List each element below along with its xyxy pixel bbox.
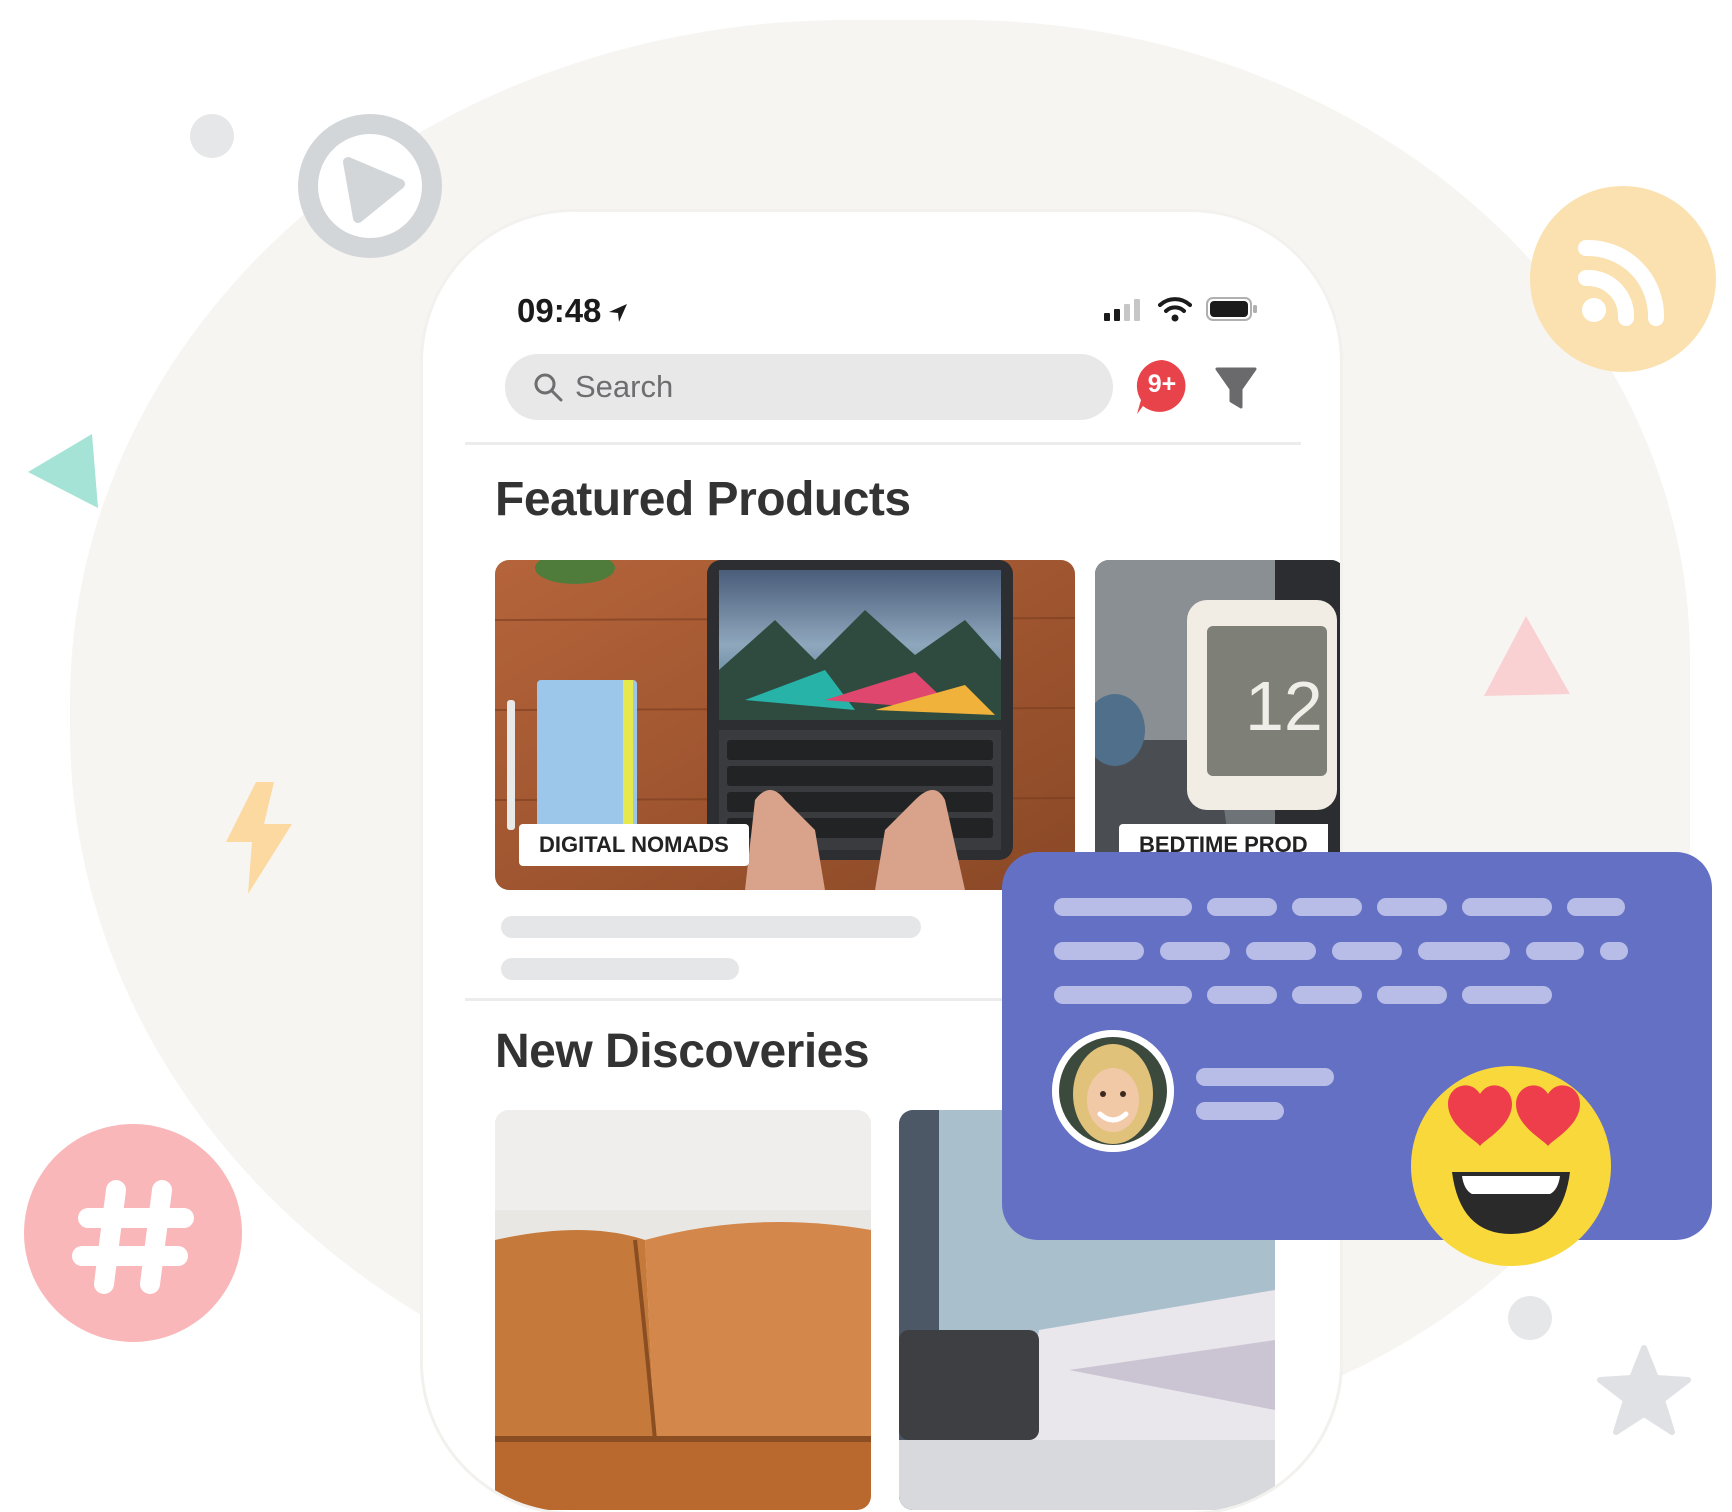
card-label: DIGITAL NOMADS	[519, 824, 749, 866]
discovery-card-sofa[interactable]	[495, 1110, 871, 1510]
search-icon	[534, 373, 563, 402]
text-line	[1462, 986, 1552, 1004]
product-card-bedtime[interactable]: 12 BEDTIME PROD	[1095, 560, 1340, 890]
name-line	[1196, 1102, 1284, 1120]
notifications-button[interactable]: 9+	[1133, 358, 1191, 416]
text-line	[1292, 986, 1362, 1004]
battery-icon	[1206, 297, 1257, 321]
signal-icon	[1104, 299, 1140, 321]
text-line	[1054, 986, 1192, 1004]
search-input[interactable]: Search	[505, 354, 1113, 420]
status-bar-icons	[1104, 296, 1258, 322]
new-discoveries-title: New Discoveries	[495, 1025, 870, 1078]
star-icon	[1597, 1345, 1691, 1435]
skeleton-line	[501, 958, 739, 980]
status-bar-time: 09:48	[517, 292, 629, 330]
dot-decoration	[190, 114, 234, 158]
svg-text:12: 12	[1245, 667, 1323, 745]
rss-icon	[1530, 186, 1716, 372]
text-line	[1462, 898, 1552, 916]
text-line	[1600, 942, 1628, 960]
product-card-digital-nomads[interactable]: DIGITAL NOMADS	[495, 560, 1075, 890]
time-label: 09:48	[517, 292, 602, 329]
text-line	[1377, 898, 1447, 916]
text-line	[1567, 898, 1625, 916]
triangle-icon	[1484, 616, 1570, 696]
text-line	[1377, 986, 1447, 1004]
text-line	[1246, 942, 1316, 960]
text-line	[1418, 942, 1510, 960]
discovery-image-sofa	[495, 1110, 871, 1510]
dot-decoration	[1508, 1296, 1552, 1340]
search-placeholder: Search	[575, 369, 674, 404]
skeleton-line	[501, 916, 921, 938]
name-line	[1196, 1068, 1334, 1086]
text-line	[1526, 942, 1584, 960]
text-line	[1207, 898, 1277, 916]
heart-eyes-emoji	[1411, 1066, 1611, 1266]
lightning-icon	[226, 782, 292, 894]
notification-badge: 9+	[1147, 370, 1177, 398]
text-line	[1054, 898, 1192, 916]
hashtag-icon	[24, 1124, 242, 1342]
avatar	[1052, 1030, 1174, 1152]
text-line	[1054, 942, 1144, 960]
featured-products-title: Featured Products	[495, 473, 911, 526]
triangle-icon	[28, 434, 98, 508]
text-line	[1332, 942, 1402, 960]
play-icon	[298, 114, 442, 258]
text-line	[1160, 942, 1230, 960]
wifi-icon	[1158, 297, 1192, 322]
text-line	[1207, 986, 1277, 1004]
location-arrow-icon	[609, 304, 628, 323]
text-line	[1292, 898, 1362, 916]
filter-icon[interactable]	[1215, 367, 1257, 411]
header-divider	[465, 442, 1301, 445]
avatar-photo	[1052, 1030, 1174, 1152]
